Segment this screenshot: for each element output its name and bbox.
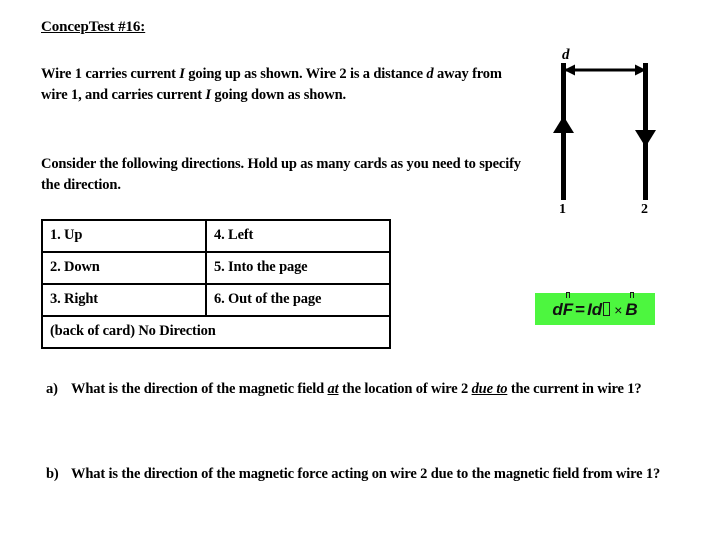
formula-length-vector-glyph	[603, 301, 611, 316]
distance-arrow-shaft	[566, 68, 643, 72]
distance-symbol: d	[426, 66, 434, 82]
question-a-text: What is the direction of the magnetic fi…	[71, 379, 691, 400]
question-b: b) What is the direction of the magnetic…	[46, 464, 696, 485]
two-wire-diagram: d 1 2	[520, 47, 700, 230]
question-a-emph-at: at	[327, 381, 339, 397]
direction-options-table: 1. Up 4. Left 2. Down 5. Into the page 3…	[41, 219, 391, 349]
formula-field-vector: B	[625, 299, 638, 319]
option-cell-4[interactable]: 4. Left	[205, 219, 391, 253]
directions-paragraph: Consider the following directions. Hold …	[41, 156, 521, 193]
formula-cross-product: ×	[614, 301, 623, 318]
page-title-text: ConcepTest #16:	[41, 19, 146, 35]
option-cell-6[interactable]: 6. Out of the page	[205, 283, 391, 317]
option-cell-2[interactable]: 2. Down	[41, 251, 207, 285]
table-row: 1. Up 4. Left	[41, 219, 391, 253]
wire-1-current-arrow-up	[553, 116, 574, 133]
page-title: ConcepTest #16:	[41, 19, 145, 36]
distance-label-d: d	[562, 47, 570, 63]
intro-paragraph: Wire 1 carries current I going up as sho…	[41, 64, 521, 106]
question-a-emph-due-to: due to	[471, 381, 508, 397]
table-row: 3. Right 6. Out of the page	[41, 283, 391, 317]
wire-2-label: 2	[641, 202, 648, 217]
formula-dl-d: d	[591, 299, 603, 319]
wire-1-label: 1	[559, 202, 566, 217]
question-a-segment-1: What is the direction of the magnetic fi…	[71, 381, 328, 397]
question-a-marker: a)	[46, 381, 58, 397]
force-formula-box: d F = Id × B	[535, 293, 655, 325]
question-a-segment-3: the current in wire 1?	[507, 381, 642, 397]
question-b-text: What is the direction of the magnetic fo…	[71, 466, 661, 482]
force-formula: d F = Id × B	[552, 301, 637, 318]
table-row: 2. Down 5. Into the page	[41, 251, 391, 285]
formula-d: d	[552, 299, 563, 319]
intro-segment-4: going down as shown.	[210, 87, 346, 103]
table-row: (back of card) No Direction	[41, 315, 391, 349]
question-b-marker: b)	[46, 466, 59, 482]
slide-canvas: ConcepTest #16: Wire 1 carries current I…	[0, 0, 720, 540]
formula-equals: =	[575, 299, 586, 319]
option-cell-1[interactable]: 1. Up	[41, 219, 207, 253]
formula-force-vector: F	[562, 299, 574, 319]
question-a: a) What is the direction of the magnetic…	[46, 379, 691, 400]
wire-2-current-arrow-down	[635, 130, 656, 147]
option-cell-5[interactable]: 5. Into the page	[205, 251, 391, 285]
intro-segment-2: going up as shown. Wire 2 is a distance	[184, 66, 427, 82]
option-cell-3[interactable]: 3. Right	[41, 283, 207, 317]
option-cell-no-direction[interactable]: (back of card) No Direction	[41, 315, 391, 349]
intro-segment-1: Wire 1 carries current	[41, 66, 180, 82]
question-a-segment-2: the location of wire 2	[338, 381, 472, 397]
